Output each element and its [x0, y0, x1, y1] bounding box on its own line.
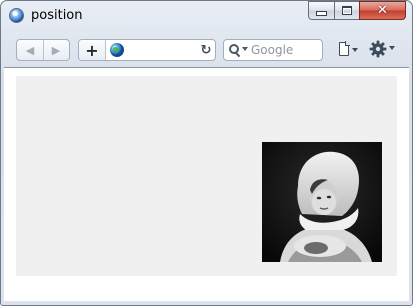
navigation-toolbar: ◀ ▶ + ↻	[1, 31, 412, 67]
close-icon: ✕	[377, 3, 388, 18]
address-bar: + ↻	[78, 39, 216, 61]
address-input[interactable]	[129, 42, 194, 58]
minimize-icon	[309, 2, 334, 19]
forward-arrow-icon: ▶	[51, 43, 61, 57]
positioned-container	[16, 76, 397, 276]
minimize-button[interactable]	[308, 1, 335, 20]
back-button[interactable]: ◀	[17, 40, 44, 60]
tools-menu-caret-icon	[389, 46, 395, 50]
page-menu-caret-icon	[352, 48, 358, 52]
close-button[interactable]: ✕	[359, 1, 406, 20]
page-icon	[339, 41, 350, 56]
tools-menu-button[interactable]	[369, 40, 397, 60]
browser-window: position ✕ ◀ ▶ + ↻ Google	[0, 0, 413, 306]
maximize-button[interactable]	[334, 1, 360, 20]
browser-icon	[9, 8, 24, 23]
portrait-photo	[262, 142, 382, 262]
globe-icon	[110, 43, 124, 57]
maximize-icon	[335, 2, 359, 19]
back-arrow-icon: ◀	[25, 43, 35, 57]
search-engine-dropdown-icon[interactable]	[242, 47, 248, 51]
search-input[interactable]	[251, 42, 319, 58]
title-bar[interactable]: position ✕	[1, 1, 412, 31]
window-title: position	[31, 8, 83, 23]
search-icon[interactable]	[228, 43, 242, 57]
history-buttons: ◀ ▶	[16, 39, 70, 61]
reload-icon[interactable]: ↻	[199, 41, 213, 59]
plus-icon: +	[85, 40, 99, 60]
page-content	[4, 67, 409, 301]
gear-icon	[369, 40, 387, 58]
search-box	[223, 39, 323, 61]
forward-button[interactable]: ▶	[43, 40, 69, 60]
add-button[interactable]: +	[79, 40, 106, 60]
page-menu-button[interactable]	[339, 41, 365, 60]
